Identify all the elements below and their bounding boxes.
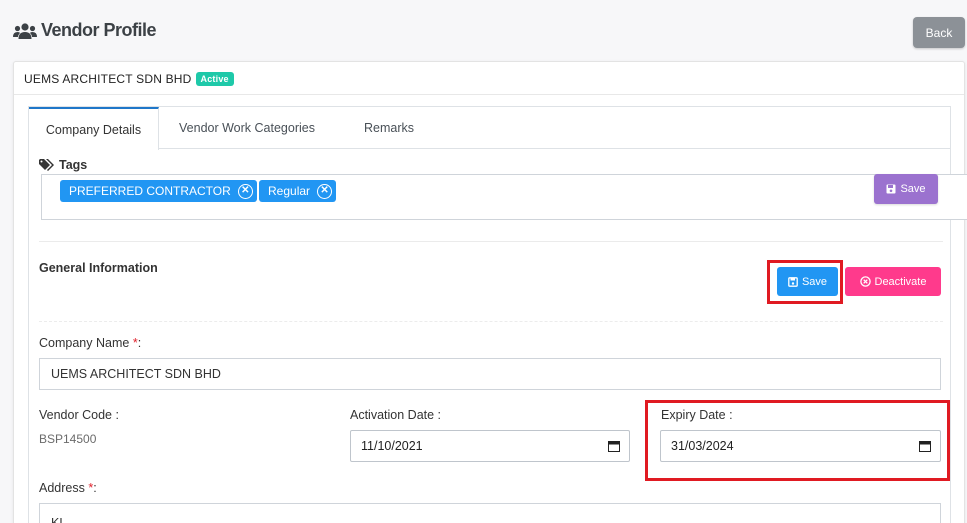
circle-x-icon xyxy=(859,276,871,287)
tab-remarks[interactable]: Remarks xyxy=(334,107,444,149)
company-heading: UEMS ARCHITECT SDN BHD Active xyxy=(24,72,234,86)
calendar-icon[interactable] xyxy=(919,440,931,452)
save-icon xyxy=(886,184,896,194)
section-divider xyxy=(39,241,943,242)
section-divider xyxy=(39,321,943,322)
tags-label-text: Tags xyxy=(59,158,88,172)
page-title: Vendor Profile xyxy=(13,20,157,41)
tag-chip-preferred-contractor: PREFERRED CONTRACTOR ✕ xyxy=(60,180,257,202)
save-label: Save xyxy=(801,275,828,288)
save-icon xyxy=(788,276,798,287)
calendar-icon[interactable] xyxy=(608,440,620,452)
status-badge: Active xyxy=(195,72,234,86)
vendor-code-value: BSP14500 xyxy=(39,432,97,446)
activation-date-field[interactable]: 11/10/2021 xyxy=(350,430,630,462)
deactivate-button[interactable]: Deactivate xyxy=(845,267,941,296)
users-icon xyxy=(13,22,37,39)
company-name-heading: UEMS ARCHITECT SDN BHD xyxy=(24,72,192,86)
address-field[interactable]: KL xyxy=(39,503,941,523)
tags-save-label: Save xyxy=(900,183,926,195)
remove-tag-icon[interactable]: ✕ xyxy=(237,183,253,199)
page-header: Vendor Profile Back xyxy=(0,0,967,60)
tag-chip-regular: Regular ✕ xyxy=(259,180,337,202)
company-name-label: Company Name *: xyxy=(39,336,142,350)
tags-label: Tags xyxy=(39,158,87,172)
expiry-date-label: Expiry Date : xyxy=(661,408,733,422)
remove-tag-icon[interactable]: ✕ xyxy=(317,183,333,199)
address-label: Address *: xyxy=(39,481,97,495)
activation-date-value: 11/10/2021 xyxy=(361,439,423,453)
tags-input[interactable]: PREFERRED CONTRACTOR ✕ Regular ✕ xyxy=(41,174,967,220)
general-information-title: General Information xyxy=(39,261,158,275)
company-name-field[interactable]: UEMS ARCHITECT SDN BHD xyxy=(39,358,941,390)
card-header: UEMS ARCHITECT SDN BHD Active xyxy=(14,62,964,95)
back-button[interactable]: Back xyxy=(913,17,965,48)
vendor-card: UEMS ARCHITECT SDN BHD Active Company De… xyxy=(13,61,967,523)
deactivate-label: Deactivate xyxy=(874,275,927,288)
save-button[interactable]: Save xyxy=(777,267,838,296)
vendor-code-label: Vendor Code : xyxy=(39,408,119,422)
expiry-date-value: 31/03/2024 xyxy=(671,439,734,453)
tab-bar: Company Details Vendor Work Categories R… xyxy=(29,107,950,150)
tab-company-details[interactable]: Company Details xyxy=(29,107,159,150)
expiry-date-field[interactable]: 31/03/2024 xyxy=(660,430,941,462)
tag-chip-label: Regular xyxy=(268,184,311,198)
page-title-text: Vendor Profile xyxy=(41,20,157,40)
tags-save-button[interactable]: Save xyxy=(874,174,938,204)
tab-vendor-work-categories[interactable]: Vendor Work Categories xyxy=(162,107,332,149)
activation-date-label: Activation Date : xyxy=(350,408,442,422)
tags-icon xyxy=(39,159,54,171)
tag-chip-label: PREFERRED CONTRACTOR xyxy=(69,184,231,198)
